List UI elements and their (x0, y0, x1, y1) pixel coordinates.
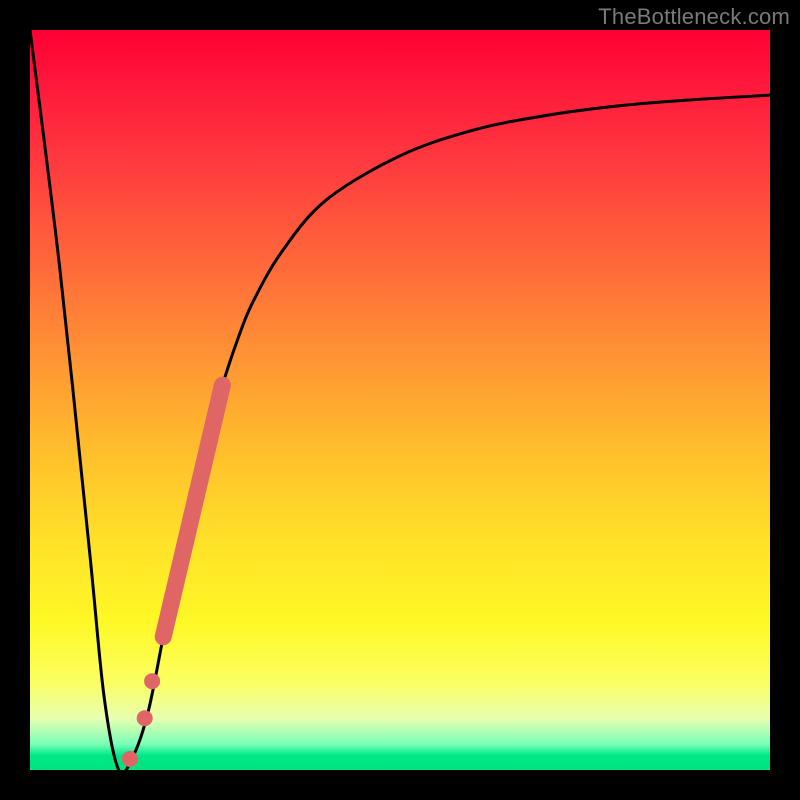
plot-area (30, 30, 770, 770)
bottleneck-curve (30, 30, 770, 770)
series-dot (144, 673, 160, 689)
watermark-text: TheBottleneck.com (598, 4, 790, 30)
series-highlight-segment (163, 385, 222, 637)
curve-layer (30, 30, 770, 770)
chart-frame: TheBottleneck.com (0, 0, 800, 800)
series-dot (137, 710, 153, 726)
series-dot (122, 751, 138, 767)
